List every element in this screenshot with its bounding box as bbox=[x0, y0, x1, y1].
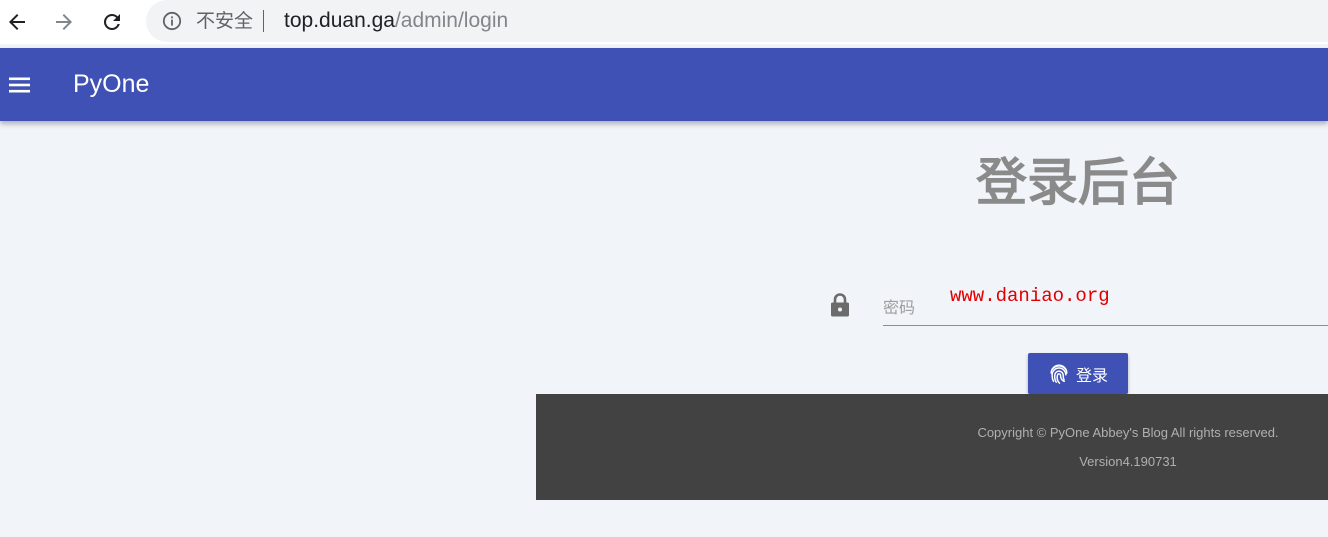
security-label: 不安全 bbox=[196, 10, 254, 32]
forward-button[interactable] bbox=[50, 8, 78, 36]
password-field[interactable]: 密码 www.daniao.org bbox=[883, 280, 1328, 326]
version-text: Version4.190731 bbox=[1079, 454, 1177, 469]
password-label: 密码 bbox=[883, 298, 916, 317]
info-icon[interactable] bbox=[162, 11, 182, 31]
address-bar[interactable]: 不安全 top.duan.ga/admin/login bbox=[146, 0, 1328, 42]
url-path: /admin/login bbox=[394, 9, 509, 32]
url-text[interactable]: top.duan.ga/admin/login bbox=[284, 9, 508, 33]
lock-icon bbox=[831, 293, 849, 317]
login-button-label: 登录 bbox=[1075, 365, 1108, 385]
copyright-text: Copyright © PyOne Abbey's Blog All right… bbox=[977, 425, 1279, 440]
omnibox-divider bbox=[263, 10, 264, 32]
back-arrow-icon bbox=[9, 14, 25, 30]
app-header: PyOne bbox=[0, 48, 1328, 121]
login-button[interactable]: 登录 bbox=[1028, 353, 1128, 394]
footer: Copyright © PyOne Abbey's Blog All right… bbox=[536, 394, 1328, 500]
password-value: www.daniao.org bbox=[950, 285, 1110, 307]
reload-icon bbox=[104, 13, 120, 30]
app-title[interactable]: PyOne bbox=[73, 69, 149, 99]
back-button[interactable] bbox=[3, 8, 31, 36]
browser-toolbar: 不安全 top.duan.ga/admin/login bbox=[0, 0, 1328, 44]
forward-arrow-icon bbox=[56, 14, 72, 30]
reload-button[interactable] bbox=[98, 8, 126, 36]
url-host: top.duan.ga bbox=[284, 9, 395, 32]
menu-icon[interactable] bbox=[8, 73, 32, 97]
login-title: 登录后台 bbox=[976, 154, 1181, 213]
fingerprint-icon bbox=[1050, 364, 1068, 384]
